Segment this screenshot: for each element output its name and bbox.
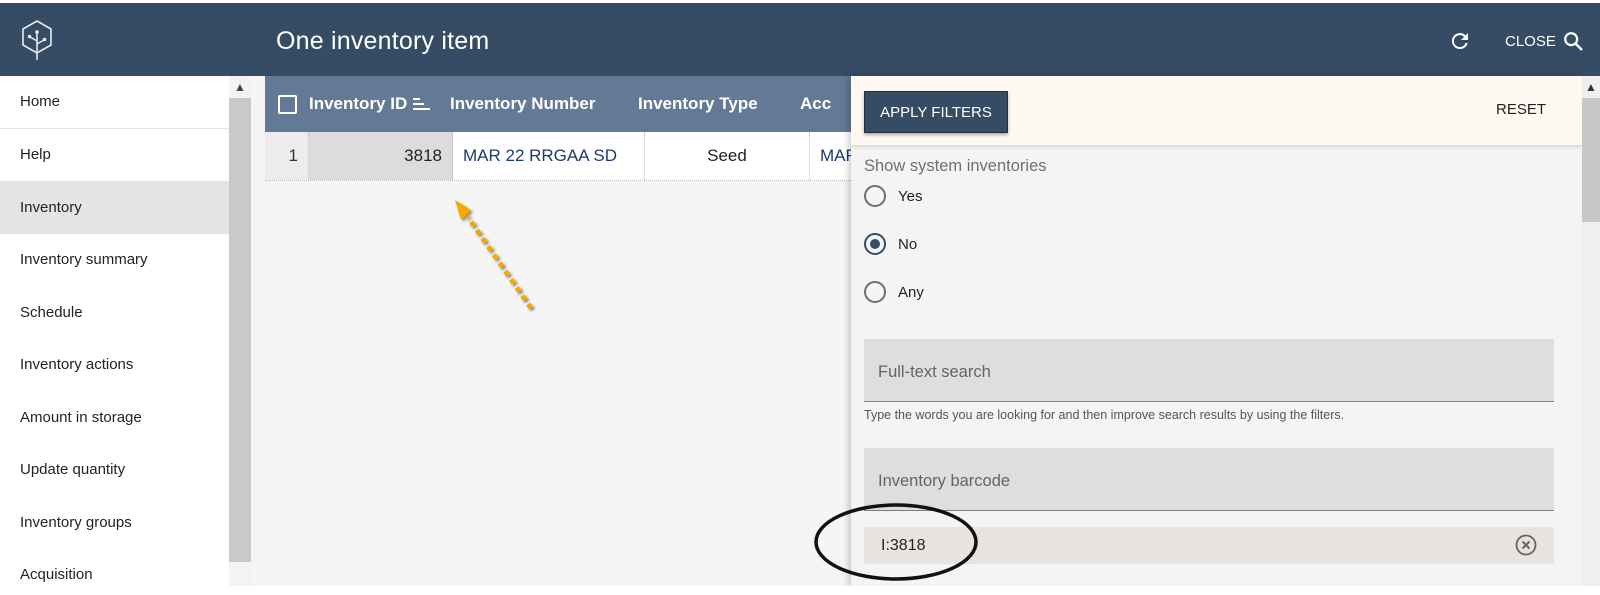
- barcode-value-chip[interactable]: I:3818: [864, 527, 1554, 564]
- close-search-button[interactable]: CLOSE: [1505, 28, 1584, 54]
- search-icon: [1563, 32, 1583, 51]
- sidebar-item-inventory[interactable]: Inventory: [0, 181, 229, 234]
- refresh-icon[interactable]: [1448, 29, 1472, 53]
- sidebar-item-home[interactable]: Home: [0, 76, 229, 129]
- annotation-arrow-icon: [455, 200, 534, 310]
- sidebar-item-label: Acquisition: [20, 566, 93, 584]
- radio-label: Any: [898, 283, 924, 301]
- scroll-up-icon[interactable]: ▲: [1582, 76, 1600, 98]
- sidebar-nav: Home Help Inventory Inventory summary Sc…: [0, 76, 229, 586]
- field-placeholder: Full-text search: [878, 363, 991, 381]
- select-all-checkbox[interactable]: [277, 94, 297, 114]
- tree-logo-icon[interactable]: [20, 19, 54, 61]
- sidebar-item-inventory-summary[interactable]: Inventory summary: [0, 234, 229, 287]
- cell-inventory-type[interactable]: Seed: [645, 132, 810, 180]
- row-number: 1: [265, 132, 309, 180]
- cell-accession-link[interactable]: MAR: [810, 132, 858, 180]
- page-title: One inventory item: [276, 27, 490, 55]
- scroll-up-icon[interactable]: ▲: [229, 76, 251, 98]
- sidebar-item-amount-in-storage[interactable]: Amount in storage: [0, 391, 229, 444]
- scrollbar-thumb[interactable]: [229, 98, 251, 562]
- sidebar-item-label: Update quantity: [20, 461, 126, 479]
- clear-circle-icon[interactable]: [1514, 533, 1538, 557]
- field-placeholder: Inventory barcode: [878, 472, 1011, 490]
- sidebar-item-acquisition[interactable]: Acquisition: [0, 549, 229, 587]
- sidebar-item-update-quantity[interactable]: Update quantity: [0, 444, 229, 497]
- column-header-inventory-number[interactable]: Inventory Number: [450, 94, 638, 114]
- column-label: Inventory ID: [309, 94, 408, 113]
- filter-panel-scrollbar[interactable]: ▲: [1582, 76, 1600, 586]
- radio-label: Yes: [898, 187, 923, 205]
- radio-label: No: [898, 235, 918, 253]
- column-header-accession[interactable]: Acc: [800, 94, 831, 114]
- radio-button[interactable]: [864, 281, 886, 303]
- barcode-value: I:3818: [881, 537, 926, 554]
- inventory-grid: Inventory ID Inventory Number Inventory …: [265, 76, 858, 181]
- inventory-barcode-input[interactable]: Inventory barcode: [864, 448, 1554, 511]
- radio-option-yes[interactable]: Yes: [864, 185, 922, 207]
- close-label: CLOSE: [1505, 32, 1556, 50]
- reset-button[interactable]: RESET: [1496, 101, 1546, 118]
- scrollbar-thumb[interactable]: [1582, 98, 1600, 222]
- column-label: Acc: [800, 94, 832, 113]
- app-bar: One inventory item CLOSE: [0, 3, 1600, 76]
- bottom-edge: [0, 586, 1600, 595]
- sidebar-item-label: Inventory: [20, 198, 82, 216]
- column-header-inventory-id[interactable]: Inventory ID: [309, 94, 450, 114]
- sidebar-item-label: Help: [20, 146, 51, 164]
- radio-option-no[interactable]: No: [864, 233, 917, 255]
- table-row[interactable]: 1 3818 MAR 22 RRGAA SD Seed MAR: [265, 132, 858, 181]
- grid-header: Inventory ID Inventory Number Inventory …: [265, 76, 855, 132]
- radio-button-checked[interactable]: [864, 233, 886, 255]
- sidebar-item-schedule[interactable]: Schedule: [0, 286, 229, 339]
- radio-button[interactable]: [864, 185, 886, 207]
- sidebar-item-inventory-groups[interactable]: Inventory groups: [0, 496, 229, 549]
- system-inventories-label: Show system inventories: [864, 157, 1047, 175]
- sidebar-item-help[interactable]: Help: [0, 129, 229, 182]
- sidebar-item-label: Inventory summary: [20, 251, 148, 269]
- full-text-search-input[interactable]: Full-text search: [864, 339, 1554, 402]
- column-label: Inventory Type: [638, 94, 758, 113]
- cell-inventory-id[interactable]: 3818: [309, 132, 453, 180]
- sidebar-item-label: Inventory groups: [20, 513, 132, 531]
- radio-option-any[interactable]: Any: [864, 281, 924, 303]
- sidebar-scrollbar[interactable]: ▲: [229, 76, 251, 586]
- column-label: Inventory Number: [450, 94, 596, 113]
- sort-icon: [413, 98, 431, 110]
- sidebar-item-inventory-actions[interactable]: Inventory actions: [0, 339, 229, 392]
- sidebar-item-label: Schedule: [20, 303, 83, 321]
- full-text-search-hint: Type the words you are looking for and t…: [864, 408, 1345, 422]
- sidebar-item-label: Inventory actions: [20, 356, 134, 374]
- apply-filters-button[interactable]: APPLY FILTERS: [864, 91, 1008, 133]
- sidebar-item-label: Home: [20, 93, 61, 111]
- column-header-inventory-type[interactable]: Inventory Type: [638, 94, 800, 114]
- cell-inventory-number-link[interactable]: MAR 22 RRGAA SD: [453, 132, 645, 180]
- filter-panel: APPLY FILTERS RESET Show system inventor…: [851, 76, 1582, 586]
- filter-toolbar: APPLY FILTERS RESET: [851, 76, 1582, 145]
- results-area: Inventory ID Inventory Number Inventory …: [251, 76, 858, 586]
- sidebar-item-label: Amount in storage: [20, 408, 142, 426]
